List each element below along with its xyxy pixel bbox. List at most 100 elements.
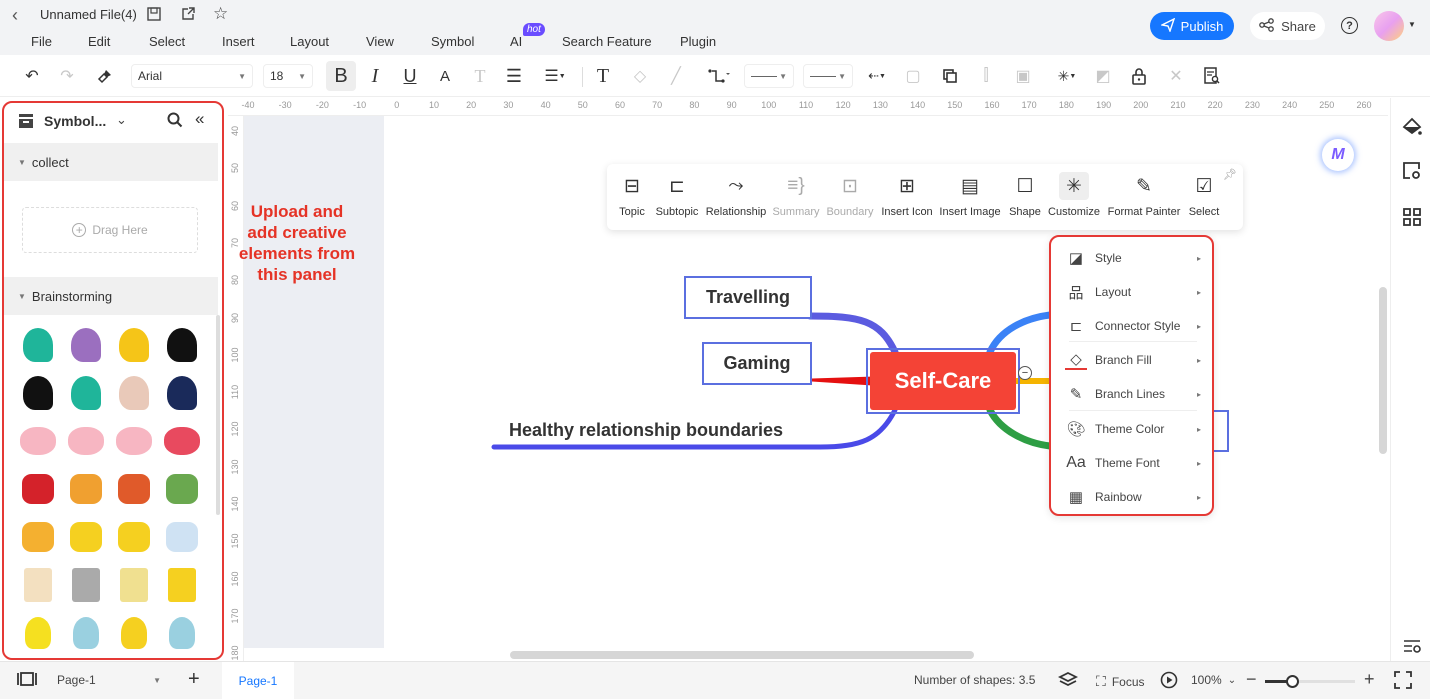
toolbar-item-boundary[interactable]: ⊡ Boundary	[826, 172, 873, 219]
menu-item-theme-font[interactable]: Aa Theme Font ▸	[1065, 448, 1201, 478]
toolbar-item-insert-icon[interactable]: ⊞ Insert Icon	[881, 172, 932, 219]
fullscreen-icon[interactable]	[1394, 671, 1412, 689]
layout-icon: 品	[1068, 284, 1084, 302]
toolbar-item-subtopic[interactable]: ⊏ Subtopic	[656, 172, 699, 219]
symbol-brain-lightning[interactable]	[158, 417, 206, 465]
symbol-gears-red[interactable]	[14, 465, 62, 513]
grid-apps-icon[interactable]	[1401, 206, 1423, 228]
symbol-bulb-sprout[interactable]	[158, 609, 206, 657]
menu-divider	[1069, 410, 1197, 411]
horizontal-scrollbar[interactable]	[510, 651, 974, 659]
symbol-explosion[interactable]	[110, 513, 158, 561]
symbol-head-brain-purple[interactable]	[62, 321, 110, 369]
toolbar-item-customize[interactable]: ✳ Customize	[1048, 172, 1100, 218]
symbol-head-brain-black[interactable]	[158, 321, 206, 369]
toolbar-item-insert-image[interactable]: ▤ Insert Image	[939, 172, 1000, 219]
symbol-notepad-pencil[interactable]	[110, 561, 158, 609]
whiteboard-icon	[166, 522, 198, 552]
zoom-out-icon[interactable]: −	[1246, 669, 1257, 690]
toolbar-item-shape[interactable]: ☐ Shape	[1009, 172, 1041, 219]
topic-gaming[interactable]: Gaming	[702, 342, 812, 385]
symbol-bulb-half-brain[interactable]	[110, 609, 158, 657]
format-painter-icon: ✎	[1136, 175, 1152, 197]
page-view-icon[interactable]	[16, 671, 38, 687]
section-collect[interactable]: ▼ collect	[4, 143, 218, 181]
panel-scrollbar[interactable]	[216, 315, 220, 515]
symbol-head-gears-yellow[interactable]	[110, 321, 158, 369]
brain-split-icon	[68, 427, 104, 455]
boundary-icon: ⊡	[842, 175, 858, 197]
page-select[interactable]: Page-1 ▼	[49, 667, 169, 693]
symbol-writing-list[interactable]	[62, 561, 110, 609]
notepad-pencil-icon	[120, 568, 148, 602]
paint-bucket-icon[interactable]	[1401, 116, 1423, 138]
focus-button[interactable]: ⛶ Focus	[1096, 673, 1145, 690]
symbol-brain-pink-2[interactable]	[110, 417, 158, 465]
bulb-gears-icon	[73, 617, 99, 649]
page-settings-icon[interactable]	[1401, 160, 1423, 182]
symbol-whiteboard[interactable]	[158, 513, 206, 561]
menu-item-branch-fill[interactable]: ◇ Branch Fill ▸	[1065, 345, 1201, 375]
symbol-eye-target[interactable]	[158, 465, 206, 513]
topic-healthy-relationship-boundaries[interactable]: Healthy relationship boundaries	[509, 420, 783, 441]
symbol-head-lightbulb[interactable]	[14, 321, 62, 369]
double-chevron-down-icon[interactable]: ⌄	[116, 112, 127, 128]
add-page-icon[interactable]: +	[188, 668, 200, 691]
symbol-bulb-gears[interactable]	[62, 609, 110, 657]
symbol-brain-split[interactable]	[62, 417, 110, 465]
collapse-panel-icon[interactable]: «	[195, 109, 204, 129]
toolbar-item-label: Topic	[619, 206, 645, 218]
menu-item-theme-color[interactable]: 🎨︎ Theme Color ▸	[1065, 414, 1201, 444]
topic-travelling[interactable]: Travelling	[684, 276, 812, 319]
symbol-head-explosion[interactable]	[14, 369, 62, 417]
zoom-select[interactable]: 100% ⌄	[1191, 673, 1236, 687]
menu-item-layout[interactable]: 品 Layout ▸	[1065, 277, 1201, 307]
section-brainstorming[interactable]: ▼ Brainstorming	[4, 277, 218, 315]
toolbar-item-format-painter[interactable]: ✎ Format Painter	[1108, 172, 1181, 219]
zoom-slider[interactable]	[1265, 675, 1355, 688]
symbol-people-talking[interactable]	[110, 465, 158, 513]
topic-label: Travelling	[705, 287, 791, 307]
menu-divider	[1069, 341, 1197, 342]
symbol-wrench-gears[interactable]	[62, 465, 110, 513]
play-icon[interactable]	[1160, 671, 1178, 689]
toolbar-item-summary[interactable]: ≡} Summary	[772, 172, 819, 218]
vertical-scrollbar[interactable]	[1379, 287, 1387, 454]
section-label: collect	[31, 154, 69, 170]
pin-icon[interactable]: 📌︎	[1223, 168, 1237, 181]
symbol-head-key[interactable]	[62, 369, 110, 417]
chevron-right-icon: ▸	[1196, 355, 1201, 365]
symbol-bulb-lightning[interactable]	[158, 561, 206, 609]
symbol-head-brain-navy[interactable]	[158, 369, 206, 417]
page-tab[interactable]: Page-1	[222, 662, 294, 699]
symbol-speech-bubbles[interactable]	[14, 513, 62, 561]
topic-label: Gaming	[723, 353, 791, 373]
symbol-explosion-cloud[interactable]	[62, 513, 110, 561]
toolbar-item-topic[interactable]: ⊟ Topic	[617, 172, 647, 219]
menu-item-connector-style[interactable]: ⊏ Connector Style ▸	[1065, 311, 1201, 341]
head-key-icon	[71, 376, 101, 410]
settings-list-icon[interactable]	[1401, 635, 1423, 657]
toolbar-item-select[interactable]: ☑ Select	[1189, 172, 1220, 219]
layers-icon[interactable]	[1058, 671, 1078, 689]
chevron-right-icon: ▸	[1196, 458, 1201, 468]
zoom-slider-knob[interactable]	[1286, 675, 1299, 688]
menu-item-label: Branch Fill	[1095, 353, 1152, 367]
symbol-brain-pink[interactable]	[14, 417, 62, 465]
menu-item-rainbow[interactable]: ▦ Rainbow ▸	[1065, 482, 1201, 512]
ai-assistant-icon[interactable]: M	[1322, 139, 1354, 171]
menu-item-style[interactable]: ◪ Style ▸	[1065, 243, 1201, 273]
central-topic[interactable]: Self-Care	[866, 348, 1020, 414]
menu-item-label: Theme Font	[1095, 456, 1160, 470]
symbol-checklist[interactable]	[14, 561, 62, 609]
drag-here-dropzone[interactable]: + Drag Here	[22, 207, 198, 253]
toolbar-item-relationship[interactable]: ⤳ Relationship	[706, 172, 767, 218]
panel-title[interactable]: Symbol...	[44, 113, 106, 129]
menu-item-branch-lines[interactable]: ✎ Branch Lines ▸	[1065, 379, 1201, 409]
collapse-icon[interactable]: −	[1018, 366, 1032, 380]
symbol-bulb-yellow[interactable]	[14, 609, 62, 657]
shape-count: Number of shapes: 3.5	[914, 673, 1036, 687]
search-icon[interactable]	[167, 112, 183, 133]
zoom-in-icon[interactable]: +	[1364, 669, 1375, 690]
symbol-head-paint[interactable]	[110, 369, 158, 417]
